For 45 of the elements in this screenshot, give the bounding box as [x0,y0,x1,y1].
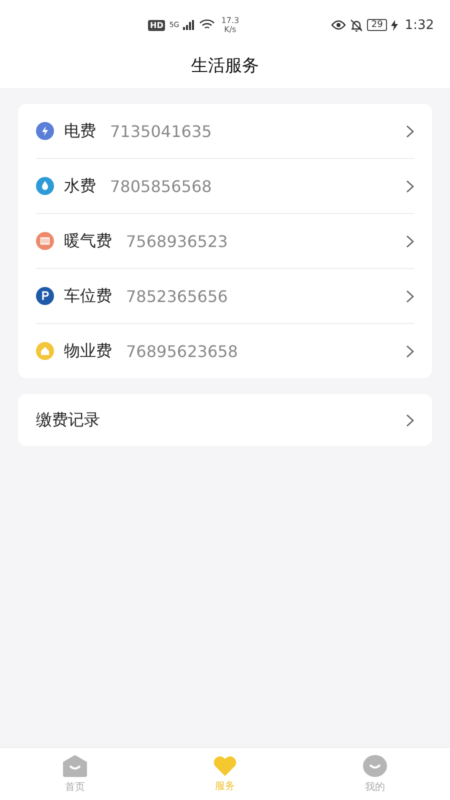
lightning-icon [36,122,54,140]
bill-item[interactable]: 水费 7805856568 [36,159,414,214]
charging-icon [390,20,398,30]
heart-icon [213,756,237,776]
bell-off-icon [350,18,364,32]
speed-unit: K/s [224,25,236,34]
parking-icon [36,287,54,305]
water-drop-icon [36,177,54,195]
account-number: 7135041635 [110,122,212,140]
clock-time: 1:32 [404,18,434,32]
house-icon [36,342,54,360]
bill-label: 车位费 [64,286,112,306]
chevron-right-icon [406,414,414,426]
bill-label: 电费 [64,120,96,142]
bill-label: 物业费 [64,340,112,362]
bill-item[interactable]: 电费 7135041635 [36,104,414,159]
tab-label: 我的 [365,780,385,794]
account-number: 7805856568 [110,176,212,196]
bill-item[interactable]: 暖气费 7568936523 [36,214,414,269]
page-title: 生活服务 [191,55,259,78]
account-number: 7568936523 [126,232,228,250]
tab-label: 服务 [215,780,235,792]
account-number: 7852365656 [126,286,228,306]
eye-icon [331,20,346,30]
chevron-right-icon [406,344,414,358]
hd-badge: HD [148,20,166,30]
bill-label: 水费 [64,176,96,196]
account-number: 76895623658 [126,342,238,360]
home-icon [63,754,87,776]
signal-icon [183,20,196,30]
radiator-icon [36,232,54,250]
chevron-right-icon [406,290,414,302]
network-speed: 17.3 [221,16,240,25]
history-label: 缴费记录 [36,410,100,430]
tab-label: 首页 [65,780,85,794]
bill-item[interactable]: 车位费 7852365656 [36,269,414,324]
bill-item[interactable]: 物业费 76895623658 [36,324,414,378]
chevron-right-icon [406,180,414,192]
battery-level: 29 [367,19,387,31]
bill-label: 暖气费 [64,230,112,252]
payment-history-item[interactable]: 缴费记录 [18,394,432,446]
chevron-right-icon [406,234,414,248]
chevron-right-icon [406,124,414,138]
smile-icon [363,754,387,776]
wifi-icon [199,19,216,31]
